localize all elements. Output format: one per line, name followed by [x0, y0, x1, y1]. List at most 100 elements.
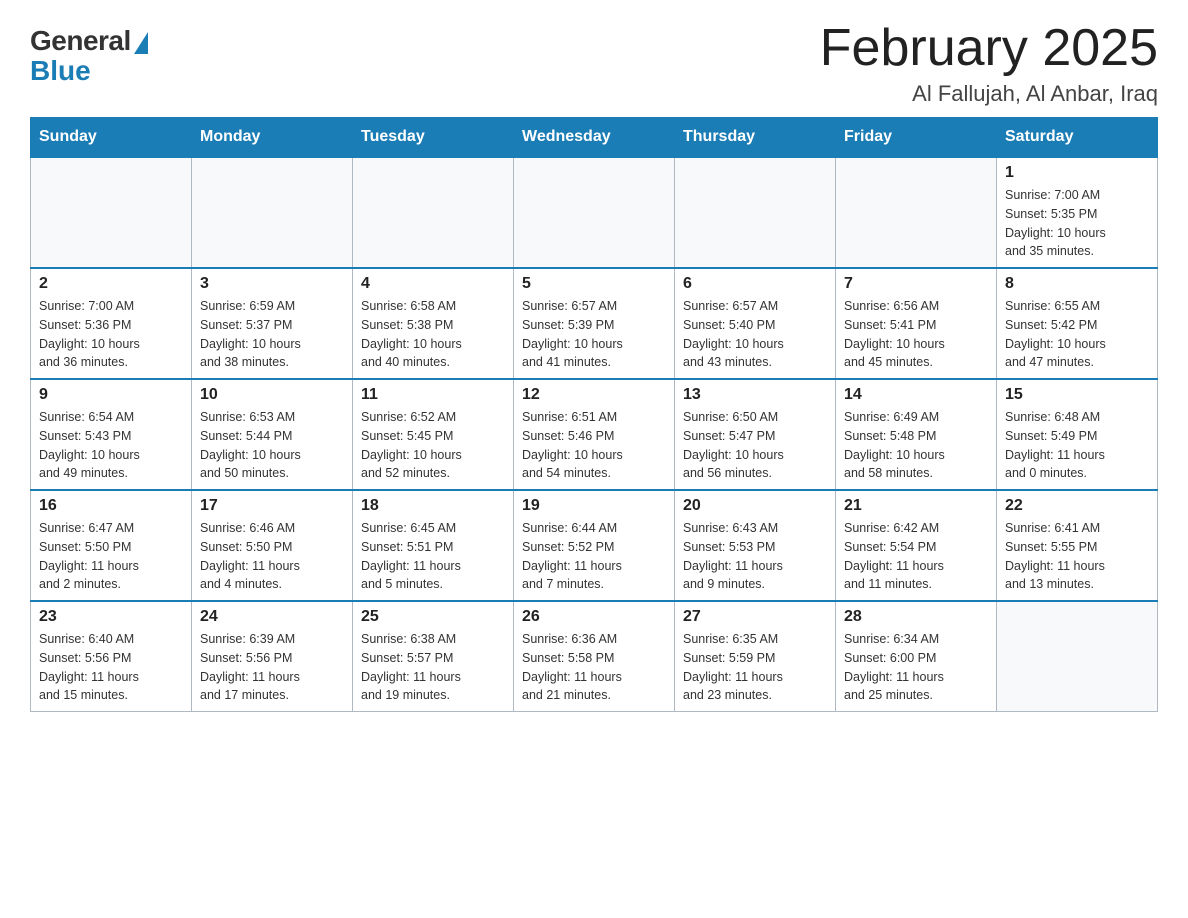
- day-info: Sunrise: 6:39 AM Sunset: 5:56 PM Dayligh…: [200, 630, 344, 705]
- calendar-cell: 23 Sunrise: 6:40 AM Sunset: 5:56 PM Dayli…: [31, 601, 192, 712]
- day-number: 20: [683, 497, 827, 515]
- day-info: Sunrise: 6:45 AM Sunset: 5:51 PM Dayligh…: [361, 519, 505, 594]
- day-info: Sunrise: 7:00 AM Sunset: 5:35 PM Dayligh…: [1005, 186, 1149, 261]
- calendar-cell: 11 Sunrise: 6:52 AM Sunset: 5:45 PM Dayli…: [353, 379, 514, 490]
- calendar-cell: [514, 157, 675, 268]
- day-number: 19: [522, 497, 666, 515]
- calendar-cell: [31, 157, 192, 268]
- day-info: Sunrise: 6:51 AM Sunset: 5:46 PM Dayligh…: [522, 408, 666, 483]
- weekday-header-thursday: Thursday: [675, 118, 836, 158]
- calendar-cell: 1 Sunrise: 7:00 AM Sunset: 5:35 PM Daylig…: [997, 157, 1158, 268]
- calendar-week-5: 23 Sunrise: 6:40 AM Sunset: 5:56 PM Dayli…: [31, 601, 1158, 712]
- day-info: Sunrise: 6:52 AM Sunset: 5:45 PM Dayligh…: [361, 408, 505, 483]
- calendar-cell: 10 Sunrise: 6:53 AM Sunset: 5:44 PM Dayli…: [192, 379, 353, 490]
- calendar-cell: [997, 601, 1158, 712]
- calendar-cell: 24 Sunrise: 6:39 AM Sunset: 5:56 PM Dayli…: [192, 601, 353, 712]
- day-number: 2: [39, 275, 183, 293]
- day-info: Sunrise: 6:46 AM Sunset: 5:50 PM Dayligh…: [200, 519, 344, 594]
- weekday-header-wednesday: Wednesday: [514, 118, 675, 158]
- day-number: 10: [200, 386, 344, 404]
- calendar-week-3: 9 Sunrise: 6:54 AM Sunset: 5:43 PM Daylig…: [31, 379, 1158, 490]
- page-header: General Blue February 2025 Al Fallujah, …: [30, 20, 1158, 107]
- day-info: Sunrise: 6:56 AM Sunset: 5:41 PM Dayligh…: [844, 297, 988, 372]
- day-info: Sunrise: 6:50 AM Sunset: 5:47 PM Dayligh…: [683, 408, 827, 483]
- day-number: 4: [361, 275, 505, 293]
- calendar-cell: 19 Sunrise: 6:44 AM Sunset: 5:52 PM Dayli…: [514, 490, 675, 601]
- day-info: Sunrise: 6:42 AM Sunset: 5:54 PM Dayligh…: [844, 519, 988, 594]
- weekday-header-saturday: Saturday: [997, 118, 1158, 158]
- calendar-cell: 8Sunrise: 6:55 AM Sunset: 5:42 PM Daylig…: [997, 268, 1158, 379]
- day-number: 11: [361, 386, 505, 404]
- day-number: 6: [683, 275, 827, 293]
- calendar-week-1: 1 Sunrise: 7:00 AM Sunset: 5:35 PM Daylig…: [31, 157, 1158, 268]
- calendar-cell: 15Sunrise: 6:48 AM Sunset: 5:49 PM Dayli…: [997, 379, 1158, 490]
- calendar-cell: 25 Sunrise: 6:38 AM Sunset: 5:57 PM Dayli…: [353, 601, 514, 712]
- calendar-cell: 9 Sunrise: 6:54 AM Sunset: 5:43 PM Daylig…: [31, 379, 192, 490]
- day-number: 5: [522, 275, 666, 293]
- weekday-header-sunday: Sunday: [31, 118, 192, 158]
- calendar-cell: 17 Sunrise: 6:46 AM Sunset: 5:50 PM Dayli…: [192, 490, 353, 601]
- logo-blue-text: Blue: [30, 55, 91, 87]
- calendar-cell: 12Sunrise: 6:51 AM Sunset: 5:46 PM Dayli…: [514, 379, 675, 490]
- calendar-cell: 2Sunrise: 7:00 AM Sunset: 5:36 PM Daylig…: [31, 268, 192, 379]
- day-number: 14: [844, 386, 988, 404]
- day-number: 9: [39, 386, 183, 404]
- weekday-header-monday: Monday: [192, 118, 353, 158]
- logo-triangle-icon: [134, 32, 148, 54]
- day-number: 25: [361, 608, 505, 626]
- day-number: 27: [683, 608, 827, 626]
- day-info: Sunrise: 6:38 AM Sunset: 5:57 PM Dayligh…: [361, 630, 505, 705]
- calendar-cell: 26Sunrise: 6:36 AM Sunset: 5:58 PM Dayli…: [514, 601, 675, 712]
- day-number: 7: [844, 275, 988, 293]
- calendar-cell: 16 Sunrise: 6:47 AM Sunset: 5:50 PM Dayli…: [31, 490, 192, 601]
- calendar-week-4: 16 Sunrise: 6:47 AM Sunset: 5:50 PM Dayli…: [31, 490, 1158, 601]
- day-info: Sunrise: 6:58 AM Sunset: 5:38 PM Dayligh…: [361, 297, 505, 372]
- day-number: 21: [844, 497, 988, 515]
- calendar-cell: 20 Sunrise: 6:43 AM Sunset: 5:53 PM Dayli…: [675, 490, 836, 601]
- day-number: 16: [39, 497, 183, 515]
- calendar-cell: 6 Sunrise: 6:57 AM Sunset: 5:40 PM Daylig…: [675, 268, 836, 379]
- day-info: Sunrise: 6:34 AM Sunset: 6:00 PM Dayligh…: [844, 630, 988, 705]
- calendar-cell: 27 Sunrise: 6:35 AM Sunset: 5:59 PM Dayli…: [675, 601, 836, 712]
- calendar-cell: 3 Sunrise: 6:59 AM Sunset: 5:37 PM Daylig…: [192, 268, 353, 379]
- location-subtitle: Al Fallujah, Al Anbar, Iraq: [820, 81, 1158, 107]
- day-number: 26: [522, 608, 666, 626]
- calendar-table: SundayMondayTuesdayWednesdayThursdayFrid…: [30, 117, 1158, 712]
- day-number: 1: [1005, 164, 1149, 182]
- day-number: 23: [39, 608, 183, 626]
- day-info: Sunrise: 6:35 AM Sunset: 5:59 PM Dayligh…: [683, 630, 827, 705]
- weekday-header-row: SundayMondayTuesdayWednesdayThursdayFrid…: [31, 118, 1158, 158]
- day-info: Sunrise: 6:57 AM Sunset: 5:39 PM Dayligh…: [522, 297, 666, 372]
- day-number: 3: [200, 275, 344, 293]
- logo-general-text: General: [30, 25, 131, 57]
- calendar-cell: [192, 157, 353, 268]
- day-info: Sunrise: 6:40 AM Sunset: 5:56 PM Dayligh…: [39, 630, 183, 705]
- day-info: Sunrise: 6:57 AM Sunset: 5:40 PM Dayligh…: [683, 297, 827, 372]
- day-info: Sunrise: 6:49 AM Sunset: 5:48 PM Dayligh…: [844, 408, 988, 483]
- day-info: Sunrise: 6:43 AM Sunset: 5:53 PM Dayligh…: [683, 519, 827, 594]
- calendar-cell: 28Sunrise: 6:34 AM Sunset: 6:00 PM Dayli…: [836, 601, 997, 712]
- month-year-title: February 2025: [820, 20, 1158, 77]
- calendar-cell: 13 Sunrise: 6:50 AM Sunset: 5:47 PM Dayli…: [675, 379, 836, 490]
- calendar-cell: 14 Sunrise: 6:49 AM Sunset: 5:48 PM Dayli…: [836, 379, 997, 490]
- day-info: Sunrise: 6:54 AM Sunset: 5:43 PM Dayligh…: [39, 408, 183, 483]
- day-number: 17: [200, 497, 344, 515]
- calendar-cell: 21 Sunrise: 6:42 AM Sunset: 5:54 PM Dayli…: [836, 490, 997, 601]
- day-info: Sunrise: 6:47 AM Sunset: 5:50 PM Dayligh…: [39, 519, 183, 594]
- calendar-cell: [353, 157, 514, 268]
- calendar-cell: 18 Sunrise: 6:45 AM Sunset: 5:51 PM Dayli…: [353, 490, 514, 601]
- calendar-cell: 5 Sunrise: 6:57 AM Sunset: 5:39 PM Daylig…: [514, 268, 675, 379]
- day-info: Sunrise: 6:44 AM Sunset: 5:52 PM Dayligh…: [522, 519, 666, 594]
- calendar-cell: [836, 157, 997, 268]
- day-info: Sunrise: 6:53 AM Sunset: 5:44 PM Dayligh…: [200, 408, 344, 483]
- day-number: 24: [200, 608, 344, 626]
- day-info: Sunrise: 6:48 AM Sunset: 5:49 PM Dayligh…: [1005, 408, 1149, 483]
- day-number: 13: [683, 386, 827, 404]
- day-info: Sunrise: 6:59 AM Sunset: 5:37 PM Dayligh…: [200, 297, 344, 372]
- weekday-header-friday: Friday: [836, 118, 997, 158]
- day-number: 22: [1005, 497, 1149, 515]
- calendar-cell: 22Sunrise: 6:41 AM Sunset: 5:55 PM Dayli…: [997, 490, 1158, 601]
- calendar-cell: 7 Sunrise: 6:56 AM Sunset: 5:41 PM Daylig…: [836, 268, 997, 379]
- calendar-cell: [675, 157, 836, 268]
- day-number: 18: [361, 497, 505, 515]
